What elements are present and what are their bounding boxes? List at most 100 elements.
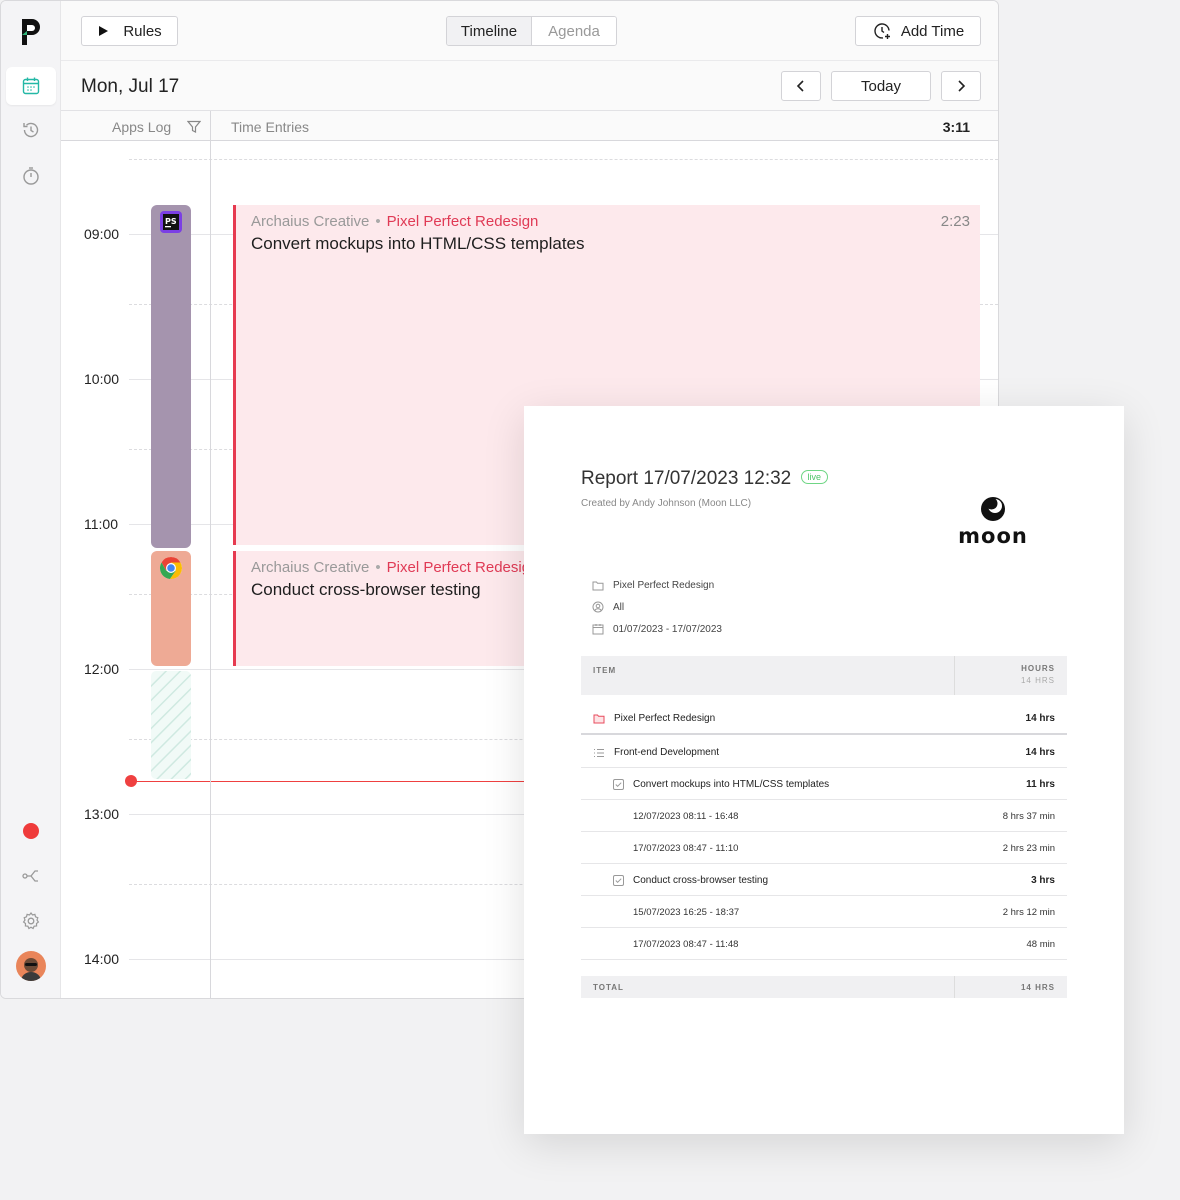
row-value: 14 hrs [1025, 747, 1055, 758]
row-label-text: Convert mockups into HTML/CSS templates [633, 779, 830, 790]
row-label: 15/07/2023 16:25 - 18:37 [633, 907, 740, 918]
entry-duration: 2:23 [940, 213, 970, 230]
toolbar: Rules Timeline Agenda Add Time [61, 1, 998, 61]
add-time-label: Add Time [900, 22, 965, 40]
total-label: TOTAL [593, 983, 624, 992]
rules-label: Rules [123, 22, 162, 40]
add-time-button[interactable]: Add Time [855, 16, 981, 46]
hour-label: 09:00 [84, 226, 120, 242]
next-day-button[interactable] [941, 71, 981, 101]
row-value: 2 hrs 12 min [1002, 907, 1055, 918]
idle-time-block [151, 671, 191, 779]
view-switcher: Timeline Agenda [446, 16, 617, 46]
report-row-session: 17/07/2023 08:47 - 11:10 2 hrs 23 min [581, 832, 1067, 864]
filter-members: All [592, 601, 624, 613]
user-circle-icon [592, 601, 604, 613]
row-label: Conduct cross-browser testing [613, 875, 768, 886]
chrome-icon [159, 557, 183, 580]
report-title: Report 17/07/2023 12:32 live [581, 468, 829, 490]
row-label: Convert mockups into HTML/CSS templates [613, 779, 829, 790]
user-avatar[interactable] [16, 951, 46, 981]
row-label-text: Front-end Development [614, 747, 720, 758]
nav-history[interactable] [6, 111, 56, 149]
report-row-project: Pixel Perfect Redesign 14 hrs [581, 702, 1067, 735]
report-author: Created by Andy Johnson (Moon LLC) [581, 498, 752, 509]
total-time: 3:11 [942, 119, 970, 135]
hour-label: 10:00 [84, 371, 120, 387]
folder-icon [593, 714, 605, 724]
gear-icon [22, 912, 40, 930]
report-row-task: Conduct cross-browser testing 3 hrs [581, 864, 1067, 896]
half-hour-line [129, 159, 998, 160]
nav-timer[interactable] [6, 157, 56, 195]
chevron-right-icon [958, 80, 966, 92]
row-label: Front-end Development [593, 747, 719, 758]
share-flow-icon [22, 870, 38, 882]
history-icon [23, 122, 39, 138]
col-hours-label: HOURS [1021, 664, 1055, 673]
row-value: 11 hrs [1026, 779, 1055, 790]
row-value: 8 hrs 37 min [1002, 811, 1055, 822]
row-label: 17/07/2023 08:47 - 11:10 [633, 843, 739, 854]
current-time-dot [125, 775, 137, 787]
clock-plus-icon [874, 23, 890, 39]
svg-text:PS: PS [165, 217, 177, 226]
list-icon [594, 748, 604, 757]
time-entries-label: Time Entries [231, 119, 310, 135]
filter-range: 01/07/2023 - 17/07/2023 [592, 623, 722, 635]
entry-title: Conduct cross-browser testing [251, 580, 481, 599]
filter-members-value: All [613, 601, 625, 613]
nav-integrations[interactable] [6, 857, 56, 895]
col-item: ITEM [593, 666, 617, 675]
hour-label: 13:00 [84, 806, 120, 822]
tab-timeline[interactable]: Timeline [447, 17, 532, 45]
col-hours-total: 14 HRS [1020, 676, 1055, 685]
column-divider [210, 111, 211, 998]
entry-meta: Archaius Creative • Pixel Perfect Redesign [251, 559, 539, 576]
today-button[interactable]: Today [831, 71, 931, 101]
folder-icon [592, 581, 604, 591]
report-row-task: Convert mockups into HTML/CSS templates … [581, 768, 1067, 800]
photoshop-icon: PS [160, 211, 182, 233]
checkbox-icon [613, 779, 624, 790]
filter-icon[interactable] [187, 120, 201, 134]
prev-day-button[interactable] [781, 71, 821, 101]
play-icon [99, 26, 109, 36]
row-value: 3 hrs [1031, 875, 1055, 886]
hour-label: 11:00 [84, 516, 118, 532]
app-usage-bar[interactable] [151, 205, 191, 548]
live-badge: live [800, 470, 829, 484]
entry-title: Convert mockups into HTML/CSS templates [251, 234, 585, 253]
apps-log-label: Apps Log [112, 119, 172, 135]
nav-settings[interactable] [6, 902, 56, 940]
stopwatch-icon [23, 167, 39, 185]
tab-agenda[interactable]: Agenda [532, 17, 616, 45]
filter-project-value: Pixel Perfect Redesign [613, 580, 715, 591]
report-title-text: Report [581, 468, 639, 489]
sidebar-rail [1, 1, 61, 998]
app-logo [22, 19, 40, 45]
report-document: Report 17/07/2023 12:32 live Created by … [524, 406, 1124, 1134]
row-label: Pixel Perfect Redesign [593, 713, 715, 724]
report-table-header: ITEM HOURS 14 HRS [581, 656, 1067, 695]
total-value: 14 HRS [1020, 983, 1055, 992]
row-value: 14 hrs [1025, 713, 1055, 724]
rules-button[interactable]: Rules [81, 16, 178, 46]
row-label-text: Pixel Perfect Redesign [614, 713, 716, 724]
report-row-session: 15/07/2023 16:25 - 18:37 2 hrs 12 min [581, 896, 1067, 928]
date-bar: Mon, Jul 17 Today [61, 61, 998, 111]
row-label: 17/07/2023 08:47 - 11:48 [633, 939, 739, 950]
hour-label: 12:00 [84, 661, 120, 677]
column-header: Apps Log Time Entries 3:11 [61, 111, 998, 141]
nav-calendar[interactable] [6, 67, 56, 105]
row-label: 12/07/2023 08:11 - 16:48 [633, 811, 739, 822]
entry-project: Pixel Perfect Redesign [386, 559, 539, 576]
current-date: Mon, Jul 17 [81, 76, 180, 97]
moon-logo: moon [956, 496, 1030, 548]
entry-client: Archaius Creative [251, 213, 370, 230]
entry-meta: Archaius Creative • Pixel Perfect Redesign [251, 213, 539, 230]
entry-client: Archaius Creative [251, 559, 370, 576]
chevron-left-icon [796, 80, 804, 92]
record-indicator[interactable] [23, 823, 39, 839]
report-row-session: 17/07/2023 08:47 - 11:48 48 min [581, 928, 1067, 960]
